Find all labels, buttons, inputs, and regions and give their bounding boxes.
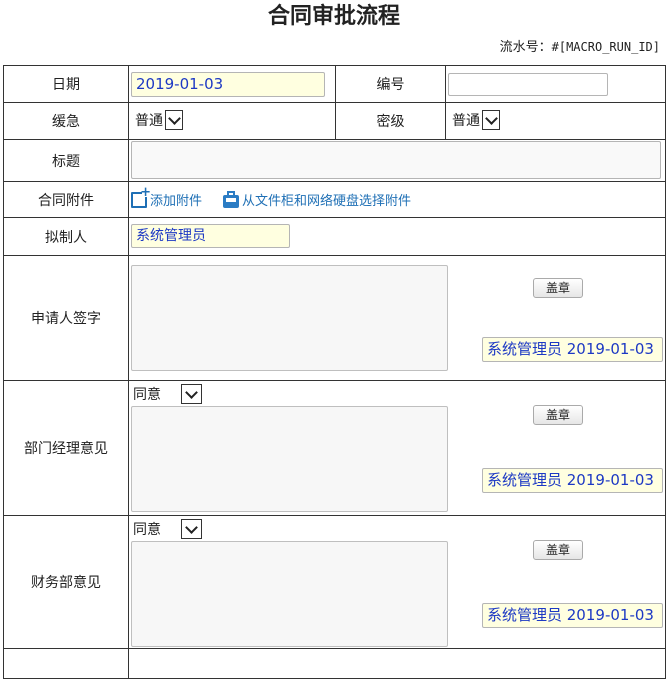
serial-value: #[MACRO_RUN_ID] [551, 40, 660, 54]
row-attachment: 合同附件 添加附件 从文件柜和网络硬盘选择附件 [3, 181, 666, 218]
select-from-disk-label: 从文件柜和网络硬盘选择附件 [242, 194, 412, 209]
finance-opinion-select[interactable]: 同意 [131, 518, 202, 540]
finance-opinion-value: 同意 [133, 522, 161, 538]
applicant-stamp-button[interactable]: 盖章 [533, 278, 583, 298]
urgency-select[interactable]: 普通 [133, 109, 183, 131]
finance-label: 财务部意见 [3, 515, 129, 649]
row-subject: 标题 [3, 139, 666, 182]
applicant-label: 申请人签字 [3, 255, 129, 381]
row-date: 日期 2019-01-03 编号 [3, 65, 666, 103]
add-attachment-icon [131, 185, 151, 208]
select-from-disk-link[interactable]: 从文件柜和网络硬盘选择附件 [223, 190, 411, 209]
dept-opinion-area[interactable] [131, 406, 448, 512]
row-finance: 财务部意见 同意 盖章 系统管理员 2019-01-03 [3, 515, 666, 649]
drafter-input[interactable]: 系统管理员 [131, 224, 290, 248]
urgency-select-value: 普通 [135, 113, 163, 129]
finance-opinion-area[interactable] [131, 541, 448, 647]
row-urgency: 缓急 普通 密级 普通 [3, 102, 666, 140]
row-drafter: 拟制人 系统管理员 [3, 217, 666, 256]
finance-sign-field[interactable]: 系统管理员 2019-01-03 [482, 603, 663, 628]
dept-sign-field[interactable]: 系统管理员 2019-01-03 [482, 468, 663, 493]
dept-opinion-value: 同意 [133, 387, 161, 403]
row-dept-manager: 部门经理意见 同意 盖章 系统管理员 2019-01-03 [3, 380, 666, 516]
approval-form: 日期 2019-01-03 编号 缓急 普通 密级 普通 标题 合同附件 + 添… [3, 65, 666, 679]
number-input[interactable] [448, 73, 608, 96]
chevron-down-icon[interactable] [482, 110, 500, 130]
serial-number: 流水号：#[MACRO_RUN_ID] [500, 38, 660, 57]
add-attachment-label: 添加附件 [150, 194, 203, 209]
chevron-down-icon[interactable] [165, 110, 183, 130]
secret-label: 密级 [335, 102, 446, 140]
secret-select[interactable]: 普通 [450, 109, 500, 131]
drafter-label: 拟制人 [3, 217, 129, 256]
dept-stamp-button[interactable]: 盖章 [533, 405, 583, 425]
applicant-sign-field[interactable]: 系统管理员 2019-01-03 [482, 337, 663, 362]
disk-icon [223, 190, 239, 208]
dept-manager-label: 部门经理意见 [3, 380, 129, 516]
date-label: 日期 [3, 65, 129, 103]
chevron-down-icon[interactable] [181, 519, 202, 539]
serial-label: 流水号： [499, 40, 552, 55]
applicant-signature-area[interactable] [131, 265, 448, 371]
page-title: 合同审批流程 [267, 3, 400, 29]
subject-input[interactable] [131, 141, 661, 179]
finance-stamp-button[interactable]: 盖章 [533, 540, 583, 560]
dept-opinion-select[interactable]: 同意 [131, 383, 202, 405]
date-input[interactable]: 2019-01-03 [131, 72, 325, 97]
urgency-label: 缓急 [3, 102, 129, 140]
secret-select-value: 普通 [452, 113, 480, 129]
row-applicant: 申请人签字 盖章 系统管理员 2019-01-03 [3, 255, 666, 381]
subject-label: 标题 [3, 139, 129, 182]
chevron-down-icon[interactable] [181, 384, 202, 404]
add-attachment-link[interactable]: 添加附件 [131, 185, 203, 209]
number-label: 编号 [335, 65, 446, 103]
row-next-partial [3, 648, 666, 679]
attachment-label: 合同附件 [3, 181, 129, 218]
